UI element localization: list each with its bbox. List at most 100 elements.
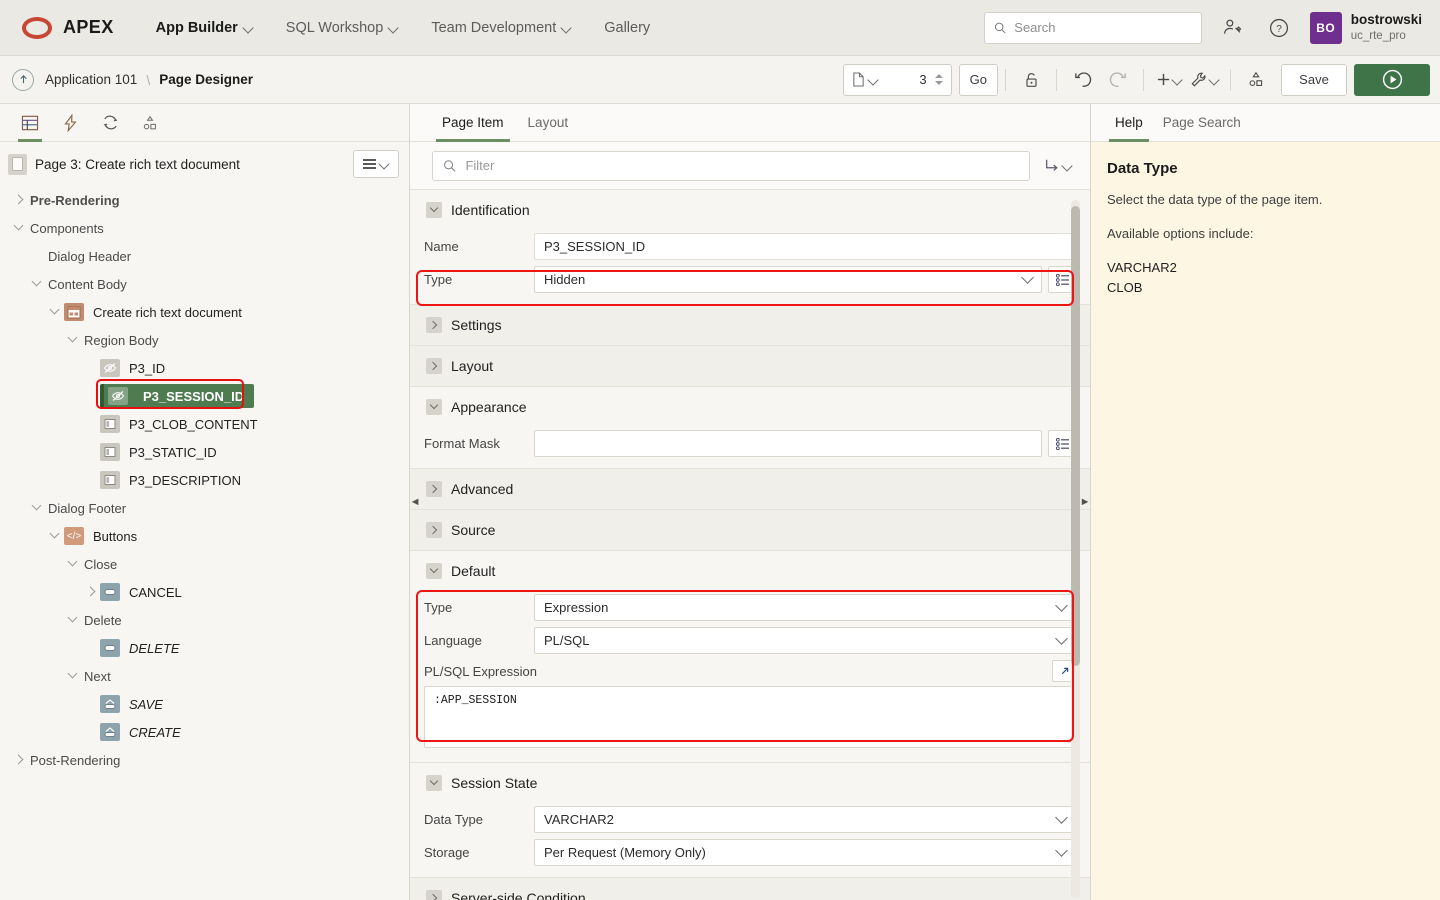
section-session-state-header[interactable]: Session State bbox=[410, 763, 1090, 803]
tree-node-post-rendering[interactable]: Post-Rendering bbox=[0, 746, 409, 774]
section-layout-header[interactable]: Layout bbox=[410, 346, 1090, 386]
section-appearance-header[interactable]: Appearance bbox=[410, 387, 1090, 427]
redo-button[interactable] bbox=[1100, 64, 1136, 96]
tree-collapse-icon[interactable] bbox=[8, 221, 28, 236]
tree-node-content-body[interactable]: Content Body bbox=[0, 270, 409, 298]
chevron-down-icon bbox=[1210, 75, 1220, 85]
tree-node-close[interactable]: Close bbox=[0, 550, 409, 578]
help-button[interactable]: ? bbox=[1264, 13, 1294, 43]
apex-logo[interactable]: APEX bbox=[22, 17, 114, 39]
tree-expand-icon[interactable] bbox=[80, 585, 100, 600]
property-filter[interactable] bbox=[432, 151, 1030, 181]
tree-node-buttons[interactable]: </>Buttons bbox=[0, 522, 409, 550]
section-advanced-header[interactable]: Advanced bbox=[410, 469, 1090, 509]
tree-collapse-icon[interactable] bbox=[26, 277, 46, 292]
expand-collapse-all-button[interactable] bbox=[1040, 150, 1076, 182]
go-button[interactable]: Go bbox=[959, 64, 998, 96]
tab-help[interactable]: Help bbox=[1105, 104, 1153, 142]
tab-dynamic-actions[interactable] bbox=[50, 104, 90, 142]
tree-node-dialog-header[interactable]: Dialog Header bbox=[0, 242, 409, 270]
tree-node-components[interactable]: Components bbox=[0, 214, 409, 242]
property-filter-input[interactable] bbox=[465, 158, 1019, 173]
component-tree[interactable]: Pre-RenderingComponentsDialog HeaderCont… bbox=[0, 184, 409, 900]
search-input[interactable] bbox=[1014, 20, 1191, 35]
section-default-header[interactable]: Default bbox=[410, 551, 1090, 591]
chevron-down-icon bbox=[1055, 632, 1068, 645]
tree-menu-button[interactable] bbox=[353, 150, 399, 178]
tree-collapse-icon[interactable] bbox=[44, 529, 64, 544]
global-search[interactable] bbox=[984, 12, 1202, 44]
tree-node-delete[interactable]: DELETE bbox=[0, 634, 409, 662]
breadcrumb-application[interactable]: Application 101 bbox=[45, 72, 137, 87]
add-component-button[interactable] bbox=[1151, 64, 1187, 96]
tree-node-p3-session-id[interactable]: P3_SESSION_ID bbox=[0, 382, 409, 410]
tree-collapse-icon[interactable] bbox=[62, 669, 82, 684]
undo-button[interactable] bbox=[1064, 64, 1100, 96]
lock-page-button[interactable] bbox=[1013, 64, 1049, 96]
tree-node-p3-id[interactable]: P3_ID bbox=[0, 354, 409, 382]
property-list-scrollbar[interactable] bbox=[1071, 200, 1080, 898]
page-shared-components-button[interactable] bbox=[1238, 64, 1274, 96]
tree-node-p3-clob-content[interactable]: P3_CLOB_CONTENT bbox=[0, 410, 409, 438]
section-source-header[interactable]: Source bbox=[410, 510, 1090, 550]
expand-toggle-icon bbox=[426, 522, 442, 538]
tree-node-region-body[interactable]: Region Body bbox=[0, 326, 409, 354]
tree-node-pre-rendering[interactable]: Pre-Rendering bbox=[0, 186, 409, 214]
collapse-left-panel-handle[interactable]: ◄ bbox=[410, 104, 420, 900]
tree-node-create-rich-text-document[interactable]: Create rich text document bbox=[0, 298, 409, 326]
tree-collapse-icon[interactable] bbox=[26, 501, 46, 516]
tree-collapse-icon[interactable] bbox=[62, 613, 82, 628]
storage-select[interactable]: Per Request (Memory Only) bbox=[534, 839, 1076, 866]
default-language-select[interactable]: PL/SQL bbox=[534, 627, 1076, 654]
page-number-input[interactable] bbox=[883, 72, 927, 87]
tab-layout[interactable]: Layout bbox=[518, 104, 579, 142]
data-type-select[interactable]: VARCHAR2 bbox=[534, 806, 1076, 833]
tab-page-item[interactable]: Page Item bbox=[432, 104, 514, 142]
user-menu[interactable]: BO bostrowski uc_rte_pro bbox=[1310, 12, 1422, 44]
menu-sql-workshop[interactable]: SQL Workshop bbox=[270, 14, 416, 42]
account-menu-button[interactable] bbox=[1218, 13, 1248, 43]
tree-collapse-icon[interactable] bbox=[62, 557, 82, 572]
tree-node-cancel[interactable]: CANCEL bbox=[0, 578, 409, 606]
menu-gallery[interactable]: Gallery bbox=[588, 14, 666, 42]
field-plsql-expression-label: PL/SQL Expression bbox=[424, 664, 1052, 679]
tree-node-p3-description[interactable]: P3_DESCRIPTION bbox=[0, 466, 409, 494]
default-type-select[interactable]: Expression bbox=[534, 594, 1076, 621]
chevron-down-icon bbox=[1055, 811, 1068, 824]
type-select[interactable]: Hidden bbox=[534, 266, 1042, 293]
collapse-right-panel-handle[interactable]: ► bbox=[1080, 104, 1090, 900]
plsql-expression-textarea[interactable]: :APP_SESSION ◢ bbox=[424, 686, 1076, 748]
section-identification-header[interactable]: Identification bbox=[410, 190, 1090, 230]
page-title-row[interactable]: Page 3: Create rich text document bbox=[8, 154, 345, 175]
tree-node-dialog-footer[interactable]: Dialog Footer bbox=[0, 494, 409, 522]
tree-collapse-icon[interactable] bbox=[44, 305, 64, 320]
tab-rendering[interactable] bbox=[10, 104, 50, 142]
tree-node-p3-static-id[interactable]: P3_STATIC_ID bbox=[0, 438, 409, 466]
tree-node-create[interactable]: CREATE bbox=[0, 718, 409, 746]
utilities-button[interactable] bbox=[1187, 64, 1223, 96]
menu-team-development[interactable]: Team Development bbox=[415, 14, 588, 42]
tab-page-search[interactable]: Page Search bbox=[1153, 104, 1251, 142]
tree-node-next[interactable]: Next bbox=[0, 662, 409, 690]
tree-collapse-icon[interactable] bbox=[62, 333, 82, 348]
name-input[interactable]: P3_SESSION_ID bbox=[534, 233, 1076, 260]
page-number-stepper[interactable] bbox=[931, 74, 947, 85]
page-selector[interactable] bbox=[843, 64, 952, 96]
property-list[interactable]: Identification Name P3_SESSION_ID Type bbox=[410, 190, 1090, 900]
tab-processing[interactable] bbox=[90, 104, 130, 142]
tree-node-save[interactable]: SAVE bbox=[0, 690, 409, 718]
save-button[interactable]: Save bbox=[1281, 64, 1347, 96]
format-mask-input[interactable] bbox=[534, 430, 1042, 457]
tree-expand-icon[interactable] bbox=[8, 753, 28, 768]
scrollbar-thumb[interactable] bbox=[1071, 206, 1080, 666]
run-page-button[interactable] bbox=[1354, 64, 1430, 96]
search-icon bbox=[443, 159, 456, 173]
navigate-up-button[interactable] bbox=[12, 69, 34, 91]
menu-app-builder[interactable]: App Builder bbox=[140, 14, 270, 42]
tree-expand-icon[interactable] bbox=[8, 193, 28, 208]
section-server-side-condition-header[interactable]: Server-side Condition bbox=[410, 878, 1090, 900]
tree-node-delete[interactable]: Delete bbox=[0, 606, 409, 634]
section-settings-header[interactable]: Settings bbox=[410, 305, 1090, 345]
tab-page-shared-components[interactable] bbox=[130, 104, 170, 142]
chevron-icon bbox=[85, 586, 95, 596]
